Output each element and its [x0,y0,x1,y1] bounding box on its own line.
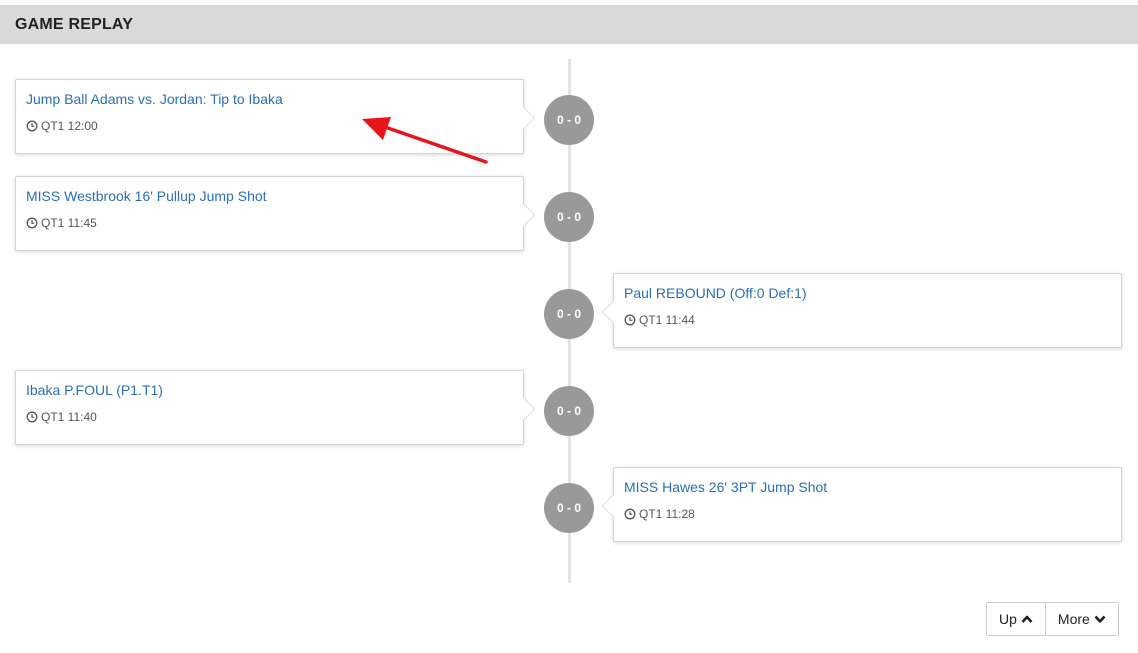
event-title-link[interactable]: Paul REBOUND (Off:0 Def:1) [624,285,807,301]
score-badge: 0 - 0 [544,483,594,533]
clock-icon [26,217,38,229]
more-button[interactable]: More [1044,603,1118,635]
chevron-up-icon [1021,615,1033,623]
event-time: QT1 11:45 [26,216,97,230]
clock-icon [624,508,636,520]
score-badge: 0 - 0 [544,289,594,339]
up-button-label: Up [999,611,1017,627]
event-title-link[interactable]: Jump Ball Adams vs. Jordan: Tip to Ibaka [26,91,283,107]
score-badge: 0 - 0 [544,386,594,436]
up-button[interactable]: Up [987,603,1045,635]
clock-icon [26,120,38,132]
game-replay-page: GAME REPLAY Jump Ball Adams vs. Jordan: … [0,0,1138,653]
event-card: Ibaka P.FOUL (P1.T1) QT1 11:40 [15,370,535,445]
header-title: GAME REPLAY [15,16,134,33]
event-title-link[interactable]: Ibaka P.FOUL (P1.T1) [26,382,163,398]
game-replay-header: GAME REPLAY [0,5,1138,44]
event-title-link[interactable]: MISS Westbrook 16' Pullup Jump Shot [26,188,267,204]
event-card: Paul REBOUND (Off:0 Def:1) QT1 11:44 [602,273,1122,348]
clock-icon [624,314,636,326]
event-card: MISS Hawes 26' 3PT Jump Shot QT1 11:28 [602,467,1122,542]
event-time: QT1 11:40 [26,410,97,424]
event-time: QT1 12:00 [26,119,98,133]
event-time-text: QT1 11:44 [639,313,695,327]
clock-icon [26,411,38,423]
score-badge: 0 - 0 [544,192,594,242]
score-badge: 0 - 0 [544,95,594,145]
chevron-down-icon [1094,615,1106,623]
event-time-text: QT1 11:28 [639,507,695,521]
event-time-text: QT1 11:45 [41,216,97,230]
event-card: Jump Ball Adams vs. Jordan: Tip to Ibaka… [15,79,535,154]
event-time: QT1 11:44 [624,313,695,327]
more-button-label: More [1057,611,1090,627]
event-time-text: QT1 11:40 [41,410,97,424]
event-time-text: QT1 12:00 [41,119,98,133]
event-time: QT1 11:28 [624,507,695,521]
event-card: MISS Westbrook 16' Pullup Jump Shot QT1 … [15,176,535,251]
event-title-link[interactable]: MISS Hawes 26' 3PT Jump Shot [624,479,827,495]
replay-pager: Up More [986,602,1119,636]
